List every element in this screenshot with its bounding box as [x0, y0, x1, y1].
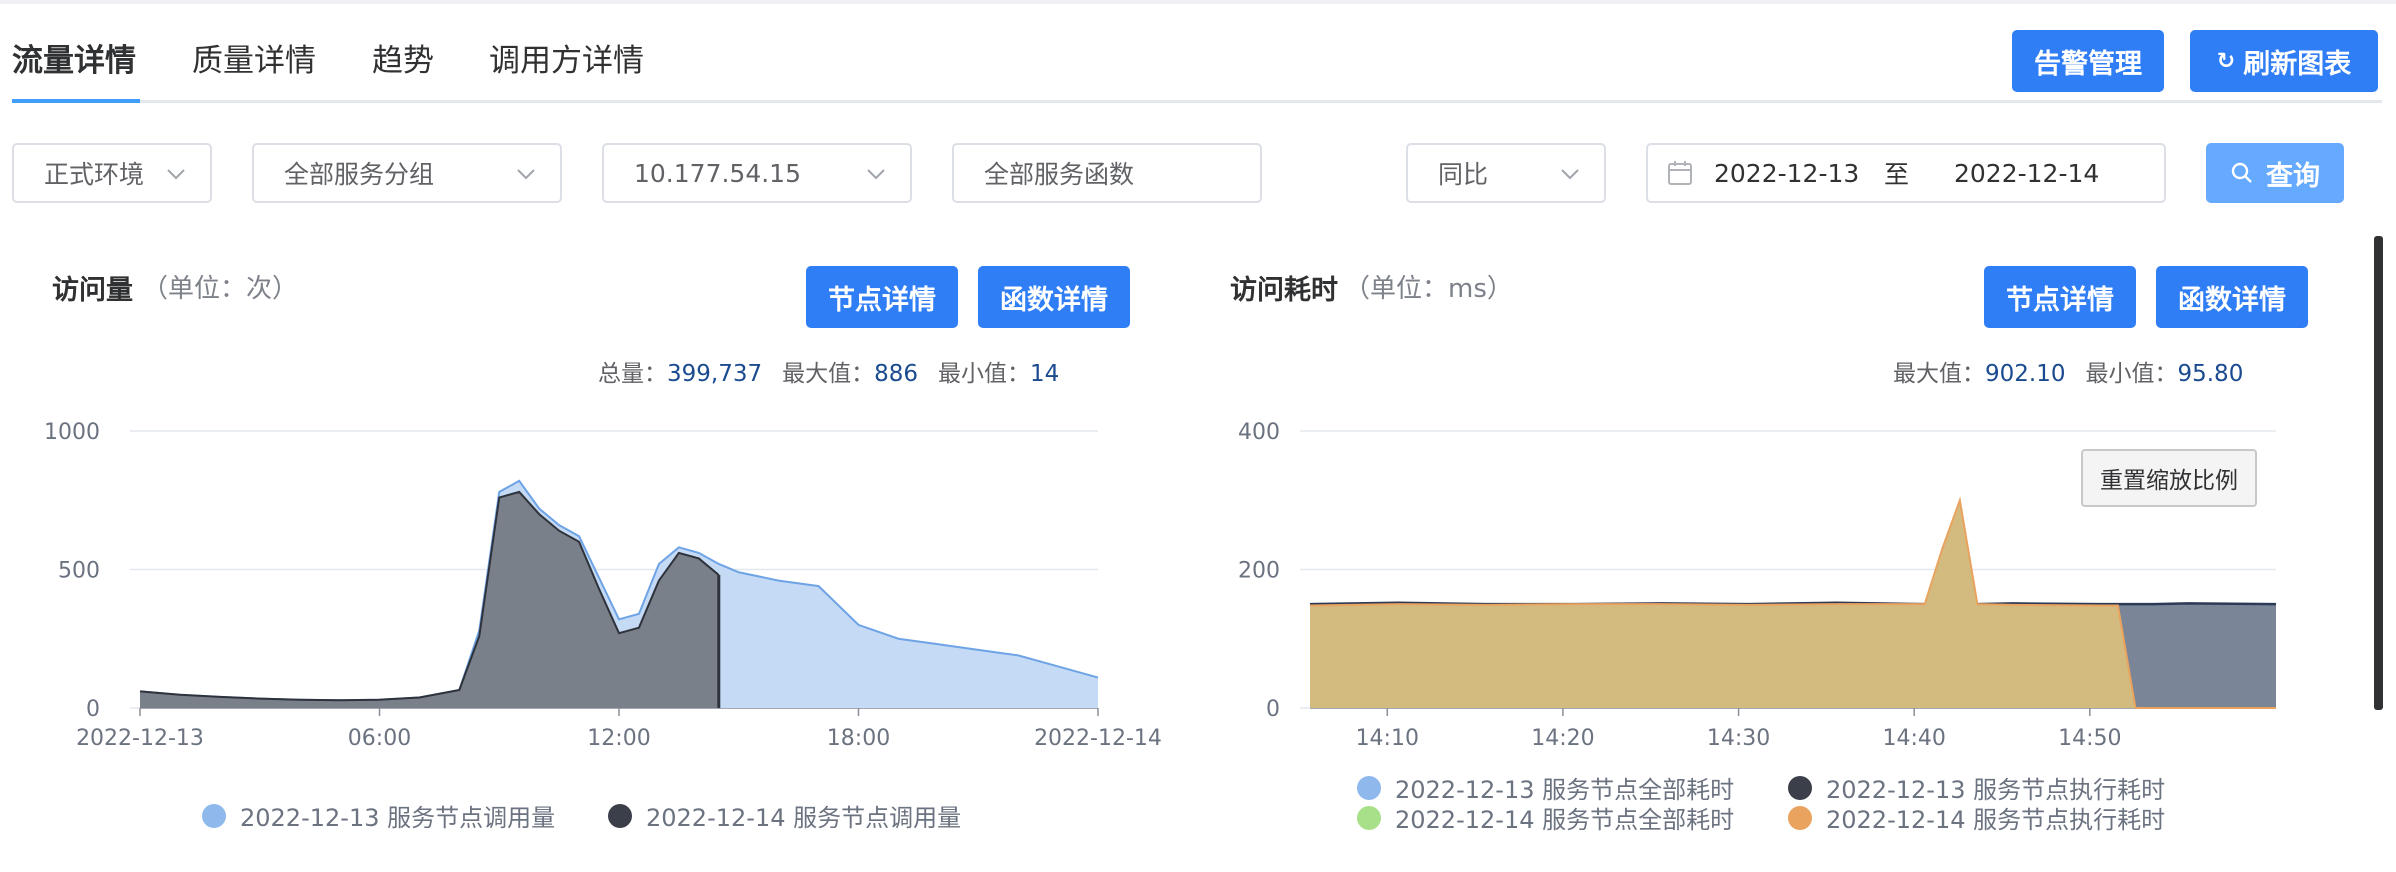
top-border	[0, 0, 2396, 4]
legend-label: 2022-12-14 服务节点执行耗时	[1826, 806, 2166, 834]
y-tick-label: 500	[58, 559, 100, 584]
vertical-scrollbar[interactable]	[2374, 236, 2383, 710]
legend-label: 2022-12-13 服务节点调用量	[240, 804, 556, 832]
right-func-detail-button[interactable]: 函数详情	[2156, 266, 2308, 328]
tab-trend[interactable]: 趋势	[372, 40, 434, 82]
reset-zoom-button[interactable]: 重置缩放比例	[2081, 449, 2257, 507]
refresh-chart-label: 刷新图表	[2243, 48, 2352, 80]
tabs-divider	[12, 100, 2382, 103]
min-value: 14	[1030, 361, 1060, 387]
env-select-value: 正式环境	[44, 160, 145, 189]
right-func-detail-label: 函数详情	[2178, 284, 2286, 316]
query-label: 查询	[2266, 160, 2320, 192]
x-tick-label: 14:20	[1531, 726, 1594, 751]
min-label: 最小值：	[938, 361, 1031, 387]
env-select[interactable]: 正式环境	[12, 143, 212, 203]
date-start-value[interactable]: 2022-12-13	[1714, 159, 1884, 188]
latency-stats: 最大值：902.10 最小值：95.80	[1893, 354, 2243, 388]
alarm-manage-button[interactable]: 告警管理	[2012, 30, 2164, 92]
min-value: 95.80	[2177, 361, 2244, 387]
calendar-icon	[1668, 161, 1692, 185]
group-select[interactable]: 全部服务分组	[252, 143, 562, 203]
refresh-icon: ↻	[2216, 48, 2236, 74]
left-func-detail-label: 函数详情	[1000, 284, 1108, 316]
legend-dot-icon	[202, 803, 226, 828]
legend-item-2022-12-13-calls[interactable]: 2022-12-13 服务节点调用量	[202, 798, 555, 833]
right-node-detail-button[interactable]: 节点详情	[1984, 266, 2136, 328]
x-tick-label: 2022-12-14	[1034, 726, 1162, 751]
legend-item-2022-12-14-calls[interactable]: 2022-12-14 服务节点调用量	[608, 798, 961, 833]
query-button[interactable]: 查询	[2206, 143, 2344, 203]
x-tick-label: 14:30	[1707, 726, 1770, 751]
x-tick-label: 14:50	[2058, 726, 2121, 751]
traffic-chart-title: 访问量	[52, 275, 133, 306]
x-tick-label: 06:00	[348, 726, 411, 751]
chevron-down-icon	[1561, 169, 1579, 180]
y-tick-label: 1000	[44, 420, 100, 445]
alarm-manage-label: 告警管理	[2034, 48, 2142, 80]
y-tick-label: 0	[1266, 697, 1280, 722]
right-node-detail-label: 节点详情	[2006, 284, 2114, 316]
max-label: 最大值：	[1893, 361, 1985, 387]
left-func-detail-button[interactable]: 函数详情	[978, 266, 1130, 328]
tab-quality[interactable]: 质量详情	[192, 40, 316, 82]
refresh-chart-button[interactable]: ↻ 刷新图表	[2190, 30, 2378, 92]
tab-traffic[interactable]: 流量详情	[12, 40, 136, 82]
search-icon	[2231, 162, 2252, 183]
legend-item-2022-12-14-exec[interactable]: 2022-12-14 服务节点执行耗时	[1788, 800, 2165, 835]
min-label: 最小值：	[2085, 361, 2178, 387]
chevron-down-icon	[517, 169, 535, 180]
legend-dot-icon	[1357, 775, 1381, 800]
y-tick-label: 0	[86, 697, 100, 722]
chevron-down-icon	[867, 169, 885, 180]
max-value: 902.10	[1985, 361, 2066, 387]
legend-dot-icon	[1788, 775, 1812, 800]
total-label: 总量：	[598, 361, 667, 387]
active-tab-indicator	[12, 99, 140, 103]
x-tick-label: 14:10	[1356, 726, 1419, 751]
tab-caller[interactable]: 调用方详情	[489, 40, 644, 82]
max-label: 最大值：	[782, 361, 875, 387]
max-value: 886	[874, 361, 919, 387]
legend-dot-icon	[1357, 805, 1381, 830]
x-tick-label: 12:00	[587, 726, 650, 751]
x-tick-label: 18:00	[827, 726, 890, 751]
left-node-detail-button[interactable]: 节点详情	[806, 266, 958, 328]
compare-select-value: 同比	[1438, 160, 1489, 189]
compare-select[interactable]: 同比	[1406, 143, 1606, 203]
latency-chart-title: 访问耗时	[1230, 275, 1338, 306]
date-separator: 至	[1884, 160, 1910, 189]
date-end-value[interactable]: 2022-12-14	[1954, 159, 2099, 188]
x-tick-label: 14:40	[1882, 726, 1945, 751]
traffic-chart[interactable]: 0 500 1000 2022-12-13 06:00 12:00 18:00 2022-12…	[0, 400, 1180, 760]
legend-dot-icon	[608, 803, 632, 828]
ip-select[interactable]: 10.177.54.15	[602, 143, 912, 203]
left-node-detail-label: 节点详情	[828, 284, 936, 316]
traffic-stats: 总量：399,737 最大值：886 最小值：14	[598, 354, 1059, 388]
legend-label: 2022-12-14 服务节点全部耗时	[1395, 806, 1735, 834]
y-tick-label: 200	[1238, 559, 1280, 584]
traffic-chart-unit: （单位：次）	[142, 274, 299, 304]
chevron-down-icon	[167, 169, 185, 180]
legend-item-2022-12-14-total[interactable]: 2022-12-14 服务节点全部耗时	[1357, 800, 1734, 835]
legend-dot-icon	[1788, 805, 1812, 830]
legend-label: 2022-12-14 服务节点调用量	[646, 804, 962, 832]
latency-chart-unit: （单位：ms）	[1344, 274, 1513, 304]
group-select-value: 全部服务分组	[284, 160, 435, 189]
func-select[interactable]: 全部服务函数	[952, 143, 1262, 203]
series-area-2022-12-14	[140, 491, 719, 708]
date-range-picker[interactable]: 2022-12-13 至 2022-12-14	[1646, 143, 2166, 203]
func-select-value: 全部服务函数	[984, 160, 1135, 189]
x-tick-label: 2022-12-13	[76, 726, 204, 751]
y-tick-label: 400	[1238, 420, 1280, 445]
total-value: 399,737	[667, 361, 763, 387]
ip-select-value: 10.177.54.15	[634, 158, 801, 188]
